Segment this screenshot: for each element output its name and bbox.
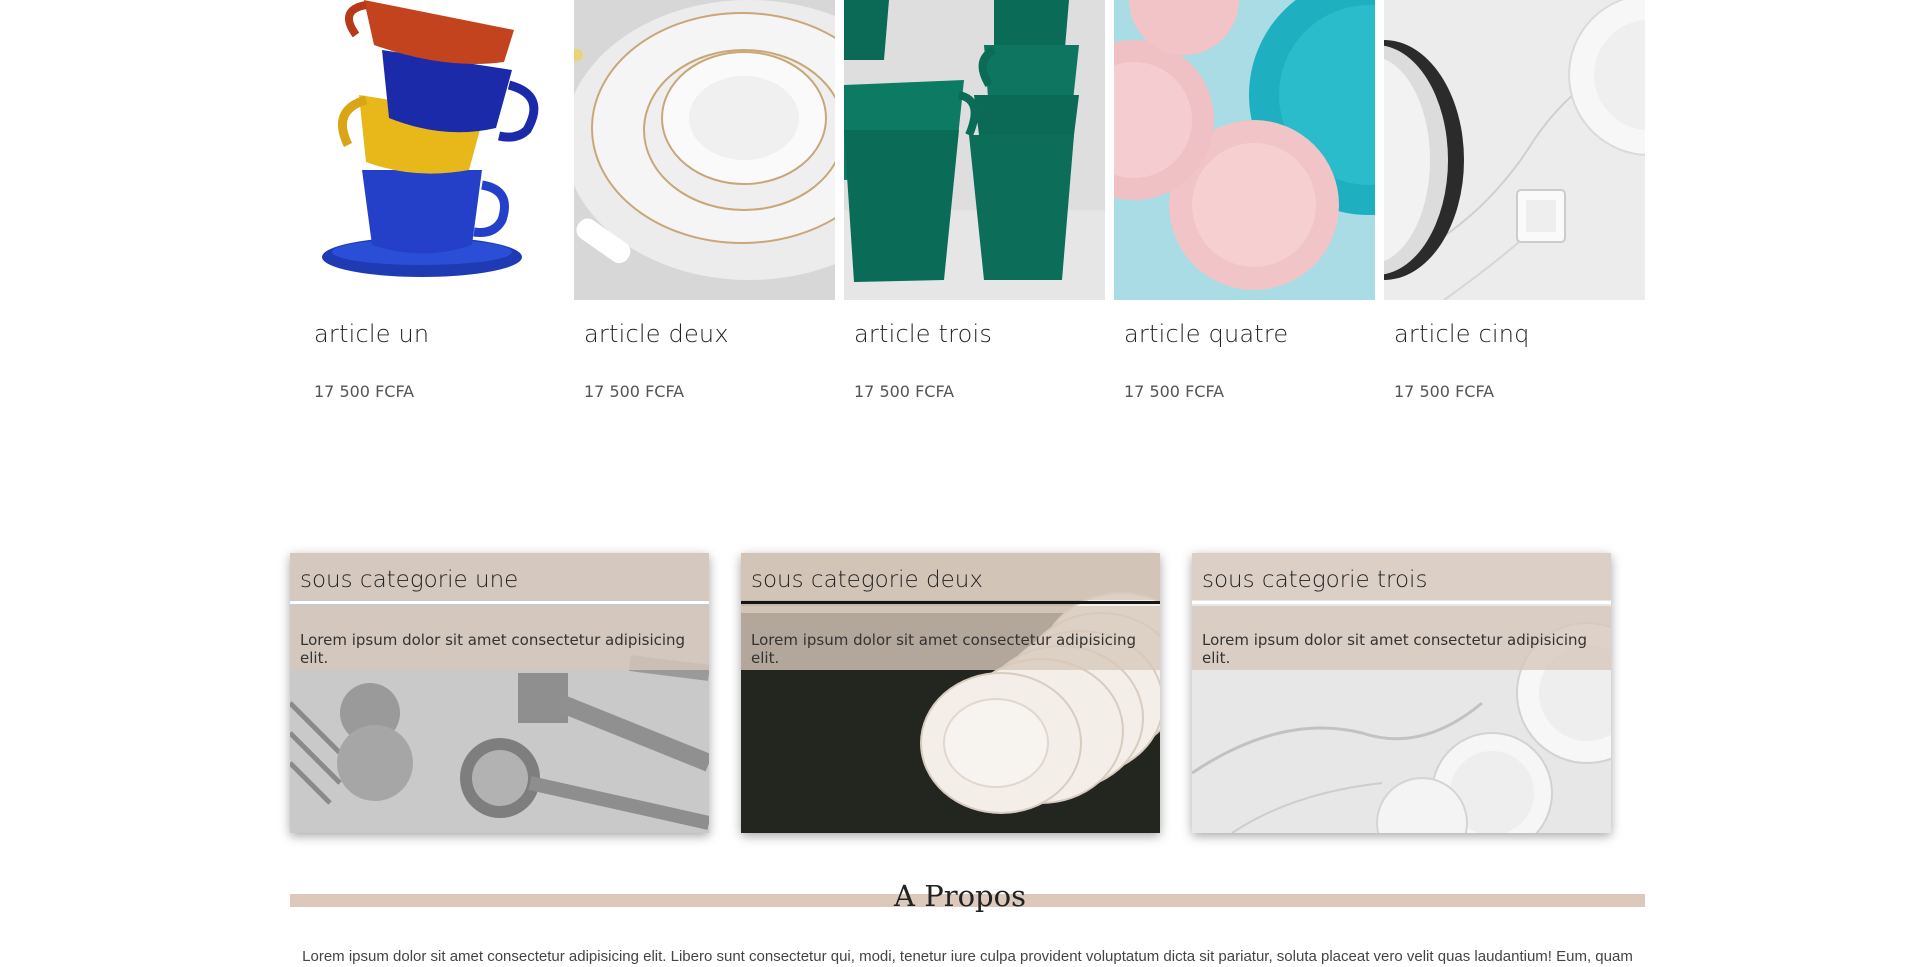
product-price: 17 500 FCFA — [854, 382, 955, 401]
divider — [290, 601, 709, 604]
product-name[interactable]: article un — [314, 320, 429, 348]
product-card[interactable]: article quatre 17 500 FCFA — [1114, 0, 1375, 420]
product-name[interactable]: article trois — [854, 320, 992, 348]
product-name[interactable]: article cinq — [1394, 320, 1530, 348]
subcategory-description: Lorem ipsum dolor sit amet consectetur a… — [300, 631, 686, 667]
product-card[interactable]: article trois 17 500 FCFA — [844, 0, 1105, 420]
product-image-pink-teal-plates[interactable] — [1114, 0, 1375, 300]
subcategory-card[interactable]: sous categorie une Lorem ipsum dolor sit… — [290, 553, 709, 833]
subcategory-title[interactable]: sous categorie trois — [1202, 567, 1427, 593]
product-grid: article un 17 500 FCFA article deux 17 5… — [304, 0, 1645, 420]
about-heading-text: A Propos — [894, 879, 1026, 913]
product-image-green-mugs[interactable] — [844, 0, 1105, 300]
about-heading: A Propos — [0, 879, 1920, 913]
product-card[interactable]: article deux 17 500 FCFA — [574, 0, 835, 420]
subcategory-description: Lorem ipsum dolor sit amet consectetur a… — [751, 631, 1137, 667]
product-price: 17 500 FCFA — [1124, 382, 1225, 401]
product-price: 17 500 FCFA — [584, 382, 685, 401]
subcategory-title[interactable]: sous categorie deux — [751, 567, 983, 593]
subcategory-card[interactable]: sous categorie trois Lorem ipsum dolor s… — [1192, 553, 1611, 833]
product-image-marble-plates[interactable] — [1384, 0, 1645, 300]
subcategory-title[interactable]: sous categorie une — [300, 567, 518, 593]
product-card[interactable]: article un 17 500 FCFA — [304, 0, 565, 420]
divider — [741, 601, 1160, 604]
product-name[interactable]: article quatre — [1124, 320, 1288, 348]
product-price: 17 500 FCFA — [1394, 382, 1495, 401]
product-name[interactable]: article deux — [584, 320, 729, 348]
divider — [1192, 601, 1611, 604]
product-image-stacked-cups[interactable] — [304, 0, 565, 300]
product-price: 17 500 FCFA — [314, 382, 415, 401]
product-card[interactable]: article cinq 17 500 FCFA — [1384, 0, 1645, 420]
subcategory-description: Lorem ipsum dolor sit amet consectetur a… — [1202, 631, 1588, 667]
product-image-white-plates[interactable] — [574, 0, 835, 300]
about-paragraph: Lorem ipsum dolor sit amet consectetur a… — [302, 948, 1633, 965]
subcategory-card[interactable]: sous categorie deux Lorem ipsum dolor si… — [741, 553, 1160, 833]
